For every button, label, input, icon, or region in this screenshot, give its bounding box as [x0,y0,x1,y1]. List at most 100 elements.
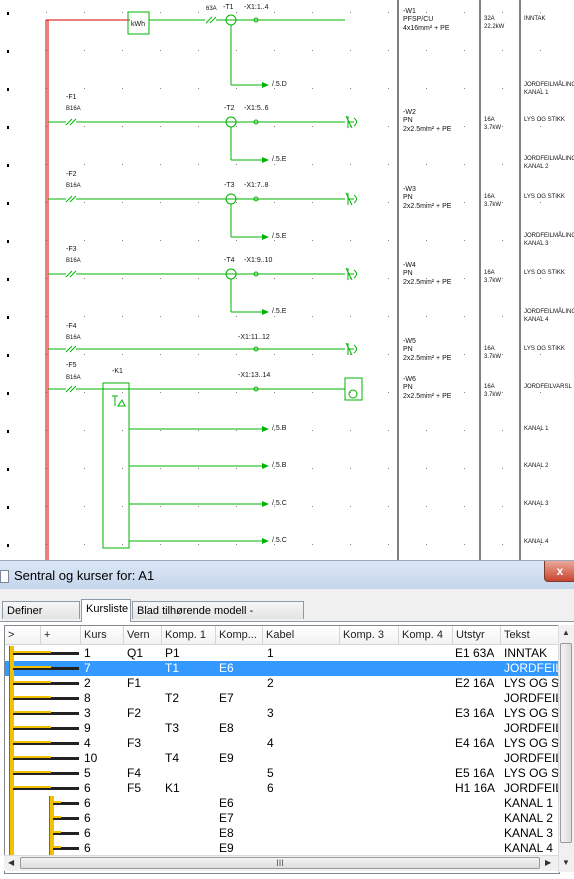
col-header-komp2[interactable]: Komp... [216,626,263,645]
cell-k2[interactable]: E9 [219,841,234,856]
cell-tekst[interactable]: LYS OG ST [504,676,559,691]
cell-kurs[interactable]: 10 [84,751,97,766]
cell-kurs[interactable]: 2 [84,676,91,691]
cell-utstyr[interactable]: E3 16A [455,706,494,721]
cell-tekst[interactable]: JORDFEIL [504,661,559,676]
cell-tekst[interactable]: LYS OG ST [504,736,559,751]
cell-tekst[interactable]: JORDFEIL' [504,781,559,796]
cell-vern[interactable]: Q1 [127,646,143,661]
col-header-komp3[interactable]: Komp. 3 [340,626,399,645]
schematic-canvas[interactable]: kWh 63A -T1 -X1:1..4 /.5.D -F1 B16A -T2 -X1:5..6… [0,0,574,560]
cell-k1[interactable]: T3 [165,721,179,736]
cell-tekst[interactable]: JORDFEIL [504,751,559,766]
vertical-scroll-thumb[interactable] [560,643,572,843]
tab-definer-sentral[interactable]: Definer sentral [2,601,80,635]
cell-k2[interactable]: E6 [219,661,234,676]
cell-utstyr[interactable]: E2 16A [455,676,494,691]
cell-kurs[interactable]: 6 [84,781,91,796]
col-header-komp1[interactable]: Komp. 1 [162,626,216,645]
cell-vern[interactable]: F1 [127,676,141,691]
cell-kurs[interactable]: 9 [84,721,91,736]
cell-k1[interactable]: P1 [165,646,180,661]
table-row[interactable]: 10 T4 E9 JORDFEIL [5,751,559,766]
cell-utstyr[interactable]: E4 16A [455,736,494,751]
table-row[interactable]: 6 F5 K1 6 H1 16A JORDFEIL' [5,781,559,796]
table-row[interactable]: 6 E9 KANAL 4 [5,841,559,856]
col-header-utstyr[interactable]: Utstyr [453,626,501,645]
cell-kurs[interactable]: 7 [84,661,91,676]
cell-k2[interactable]: E8 [219,721,234,736]
circuit-grid[interactable]: > + Kurs Vern Komp. 1 Komp... Kabel Komp… [4,625,560,874]
cell-kurs[interactable]: 8 [84,691,91,706]
cell-kabel[interactable]: 6 [267,781,274,796]
table-row[interactable]: 3 F2 3 E3 16A LYS OG ST [5,706,559,721]
cell-kabel[interactable]: 1 [267,646,274,661]
table-row[interactable]: 1 Q1 P1 1 E1 63A INNTAK [5,646,559,661]
horizontal-scrollbar[interactable]: ◀ III ▶ [4,855,558,871]
scroll-up-icon[interactable]: ▲ [562,628,570,637]
table-row[interactable]: 2 F1 2 E2 16A LYS OG ST [5,676,559,691]
cell-k1[interactable]: T1 [165,661,179,676]
cell-vern[interactable]: F5 [127,781,141,796]
cell-k2[interactable]: E7 [219,691,234,706]
close-button[interactable]: x [544,561,574,582]
cell-tekst[interactable]: LYS OG ST [504,706,559,721]
cell-kurs[interactable]: 6 [84,811,91,826]
table-row[interactable]: 6 E8 KANAL 3 [5,826,559,841]
tab-kursliste[interactable]: Kursliste [81,599,131,622]
cell-utstyr[interactable]: E5 16A [455,766,494,781]
cell-kurs[interactable]: 3 [84,706,91,721]
table-row[interactable]: 7 T1 E6 JORDFEIL [5,661,559,676]
cell-vern[interactable]: F3 [127,736,141,751]
cell-kurs[interactable]: 6 [84,826,91,841]
cell-tekst[interactable]: KANAL 3 [504,826,553,841]
table-row[interactable]: 6 E7 KANAL 2 [5,811,559,826]
cell-vern[interactable]: F2 [127,706,141,721]
title-bar[interactable]: Sentral og kurser for: A1 x [0,561,574,589]
cell-k1[interactable]: T2 [165,691,179,706]
table-row[interactable]: 4 F3 4 E4 16A LYS OG ST [5,736,559,751]
cell-vern[interactable]: F4 [127,766,141,781]
horizontal-scroll-thumb[interactable]: III [20,857,540,869]
scroll-left-icon[interactable]: ◀ [8,858,14,867]
cell-tekst[interactable]: JORDFEIL [504,721,559,736]
cell-kurs[interactable]: 5 [84,766,91,781]
cell-k2[interactable]: E8 [219,826,234,841]
scroll-right-icon[interactable]: ▶ [545,858,551,867]
cell-k2[interactable]: E7 [219,811,234,826]
table-row[interactable]: 6 E6 KANAL 1 [5,796,559,811]
cell-tekst[interactable]: KANAL 4 [504,841,553,856]
cell-kurs[interactable]: 6 [84,796,91,811]
col-header-komp4[interactable]: Komp. 4 [399,626,453,645]
cell-kurs[interactable]: 1 [84,646,91,661]
cell-k1[interactable]: T4 [165,751,179,766]
table-row[interactable]: 8 T2 E7 JORDFEIL [5,691,559,706]
col-header-kurs[interactable]: Kurs [81,626,124,645]
col-header-vern[interactable]: Vern [124,626,162,645]
cell-kabel[interactable]: 5 [267,766,274,781]
col-header-kabel[interactable]: Kabel [263,626,340,645]
cell-utstyr[interactable]: H1 16A [455,781,495,796]
cell-kabel[interactable]: 4 [267,736,274,751]
cell-k2[interactable]: E9 [219,751,234,766]
table-row[interactable]: 5 F4 5 E5 16A LYS OG ST [5,766,559,781]
cell-kurs[interactable]: 4 [84,736,91,751]
cell-k1[interactable]: K1 [165,781,180,796]
col-header-tekst[interactable]: Tekst [501,626,559,645]
cell-tekst[interactable]: INNTAK [504,646,547,661]
cell-tekst[interactable]: KANAL 2 [504,811,553,826]
cell-kabel[interactable]: 2 [267,676,274,691]
cell-k2[interactable]: E6 [219,796,234,811]
cell-tekst[interactable]: KANAL 1 [504,796,553,811]
vertical-scrollbar[interactable]: ▲ ▼ [558,625,574,872]
table-row[interactable]: 9 T3 E8 JORDFEIL [5,721,559,736]
tab-blad-modell[interactable]: Blad tilhørende modell - SIKR6501 [132,601,304,635]
cell-tekst[interactable]: LYS OG ST [504,766,559,781]
cell-kurs[interactable]: 6 [84,841,91,856]
cell-tekst[interactable]: JORDFEIL [504,691,559,706]
cell-kabel[interactable]: 3 [267,706,274,721]
cell-utstyr[interactable]: E1 63A [455,646,494,661]
scroll-down-icon[interactable]: ▼ [562,858,570,867]
col-header-add[interactable]: + [41,626,81,645]
col-header-expand[interactable]: > [5,626,41,645]
